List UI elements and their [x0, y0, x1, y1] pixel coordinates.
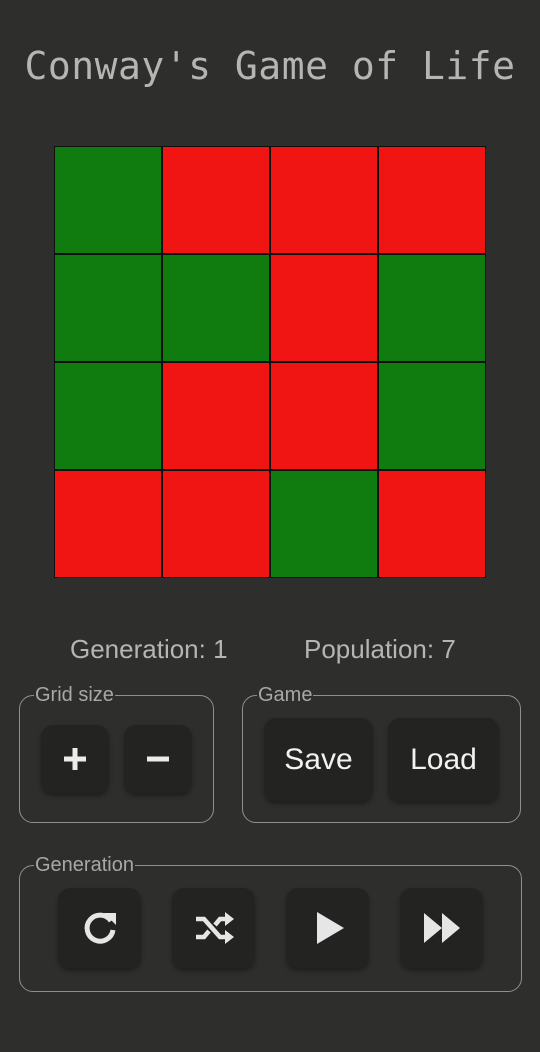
alive-cell-r2-c3[interactable]: [379, 363, 485, 469]
generation-counter: Generation: 1: [70, 634, 228, 664]
reset-button[interactable]: [58, 888, 141, 968]
dead-cell-r2-c2[interactable]: [271, 363, 377, 469]
grid-size-increase-button[interactable]: [41, 725, 109, 793]
alive-cell-r2-c0[interactable]: [55, 363, 161, 469]
dead-cell-r1-c2[interactable]: [271, 255, 377, 361]
fast-forward-icon: [423, 913, 460, 943]
save-button[interactable]: Save: [264, 718, 373, 801]
fast-forward-button[interactable]: [400, 888, 483, 968]
shuffle-button[interactable]: [172, 888, 255, 968]
shuffle-icon: [195, 912, 234, 944]
play-icon: [316, 912, 344, 944]
life-grid[interactable]: [54, 146, 486, 578]
app-title: Conway's Game of Life: [24, 44, 516, 88]
dead-cell-r3-c3[interactable]: [379, 471, 485, 577]
grid-size-decrease-button[interactable]: [124, 725, 192, 793]
load-button[interactable]: Load: [388, 718, 499, 801]
plus-icon: [64, 748, 86, 770]
dead-cell-r0-c2[interactable]: [271, 147, 377, 253]
game-legend: Game: [258, 684, 313, 706]
generation-legend: Generation: [35, 854, 134, 876]
alive-cell-r1-c3[interactable]: [379, 255, 485, 361]
alive-cell-r1-c0[interactable]: [55, 255, 161, 361]
dead-cell-r0-c1[interactable]: [163, 147, 269, 253]
dead-cell-r3-c0[interactable]: [55, 471, 161, 577]
play-button[interactable]: [286, 888, 369, 968]
dead-cell-r3-c1[interactable]: [163, 471, 269, 577]
reset-icon: [84, 912, 116, 944]
minus-icon: [147, 756, 169, 762]
alive-cell-r3-c2[interactable]: [271, 471, 377, 577]
dead-cell-r0-c3[interactable]: [379, 147, 485, 253]
grid-size-legend: Grid size: [35, 684, 114, 706]
dead-cell-r2-c1[interactable]: [163, 363, 269, 469]
alive-cell-r1-c1[interactable]: [163, 255, 269, 361]
population-counter: Population: 7: [304, 634, 456, 664]
alive-cell-r0-c0[interactable]: [55, 147, 161, 253]
